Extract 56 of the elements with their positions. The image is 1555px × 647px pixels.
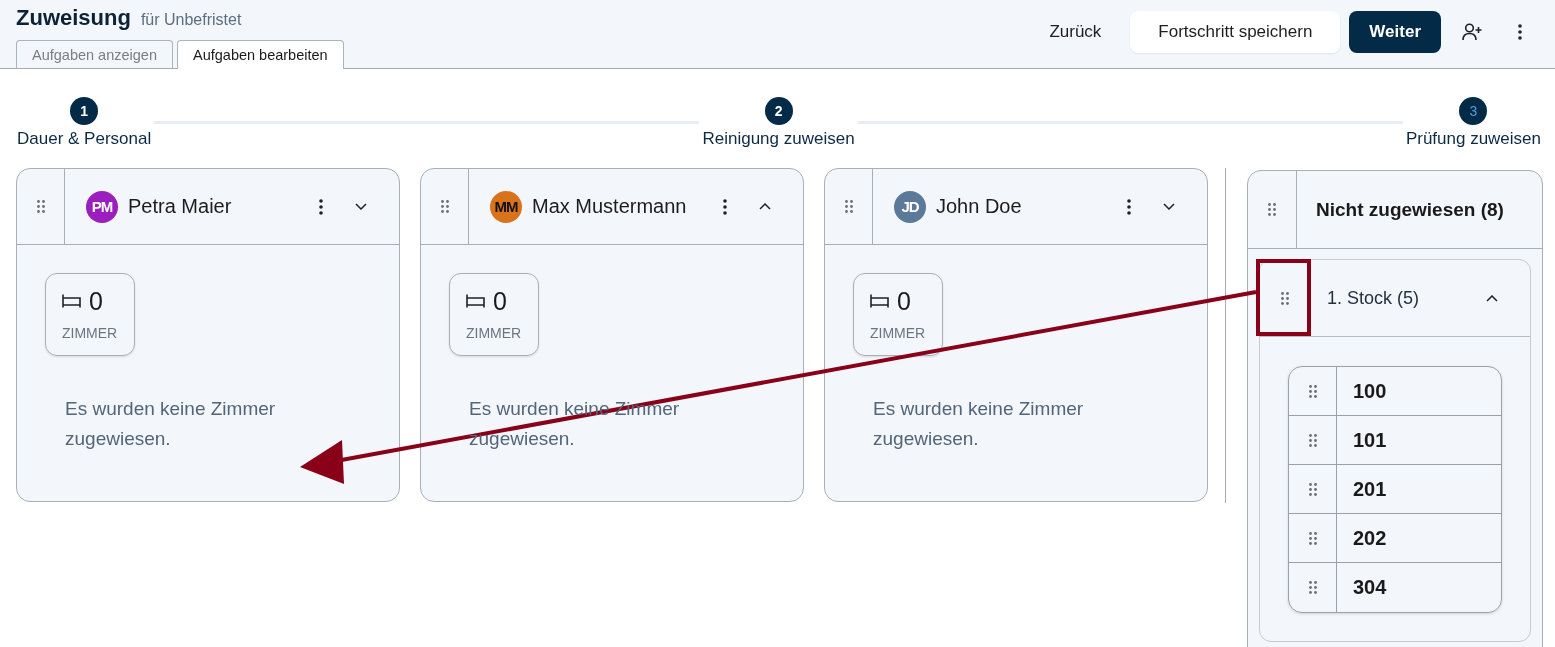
drag-handle-icon[interactable] (1280, 291, 1289, 305)
room-number[interactable]: 201 (1353, 477, 1387, 501)
step-number: 2 (764, 97, 793, 125)
room-number[interactable]: 304 (1353, 576, 1387, 599)
room-count-label: ZIMMER (870, 325, 927, 341)
staff-name: John Doe (936, 195, 1023, 218)
tab[interactable]: Aufgaben anzeigen (16, 40, 173, 68)
bed-icon (62, 294, 81, 308)
drag-handle-icon[interactable] (1308, 433, 1317, 447)
chevron-up-icon[interactable] (759, 203, 771, 210)
more-icon[interactable] (319, 198, 323, 215)
drag-handle-icon[interactable] (1308, 384, 1317, 398)
more-icon[interactable] (723, 198, 727, 215)
avatar: MM (490, 190, 522, 223)
avatar: JD (894, 190, 926, 223)
empty-message: Es wurden keine Zimmer zugewiesen. (873, 397, 1085, 451)
staff-name: Max Mustermann (532, 195, 688, 218)
chevron-down-icon[interactable] (1163, 203, 1175, 210)
tab[interactable]: Aufgaben bearbeiten (177, 40, 344, 69)
drag-handle-icon[interactable] (844, 200, 853, 213)
bed-icon (870, 294, 889, 308)
drag-handle-icon[interactable] (1308, 482, 1317, 496)
drag-handle-icon[interactable] (1308, 581, 1317, 594)
step-label: Prüfung zuweisen (1405, 129, 1541, 149)
floor-group-title: 1. Stock (5) (1327, 287, 1421, 309)
page-title: Zuweisung (16, 5, 131, 31)
add-user-icon[interactable] (1462, 23, 1482, 41)
room-count-label: ZIMMER (466, 325, 523, 341)
room-count: 0 (493, 286, 507, 316)
save-progress-button[interactable]: Fortschritt speichern (1130, 11, 1341, 53)
chevron-down-icon[interactable] (355, 203, 367, 210)
room-count-label: ZIMMER (62, 325, 119, 341)
back-button[interactable]: Zurück (1035, 11, 1116, 53)
room-number[interactable]: 101 (1353, 428, 1387, 452)
step-number: 3 (1459, 97, 1488, 125)
drag-handle-icon[interactable] (440, 200, 449, 213)
more-icon[interactable] (1127, 198, 1131, 215)
drag-handle-icon[interactable] (1308, 531, 1317, 545)
step-label: Dauer & Personal (17, 129, 152, 149)
next-button[interactable]: Weiter (1349, 11, 1441, 53)
step-label: Reinigung zuweisen (702, 129, 855, 149)
drag-handle-icon[interactable] (36, 200, 45, 213)
empty-message: Es wurden keine Zimmer zugewiesen. (65, 397, 277, 451)
staff-name: Petra Maier (128, 195, 233, 218)
room-number[interactable]: 202 (1353, 526, 1387, 550)
chevron-up-icon[interactable] (1486, 294, 1498, 302)
step-number: 1 (70, 97, 99, 125)
avatar: PM (86, 190, 118, 223)
room-number[interactable]: 100 (1353, 379, 1387, 403)
drag-handle-icon[interactable] (1268, 203, 1276, 216)
bed-icon (466, 294, 485, 308)
room-count: 0 (897, 286, 911, 316)
page-subtitle: für Unbefristet (140, 11, 242, 29)
unassigned-title: Nicht zugewiesen (8) (1316, 198, 1504, 221)
more-icon[interactable] (1518, 24, 1522, 40)
room-count: 0 (89, 286, 103, 316)
